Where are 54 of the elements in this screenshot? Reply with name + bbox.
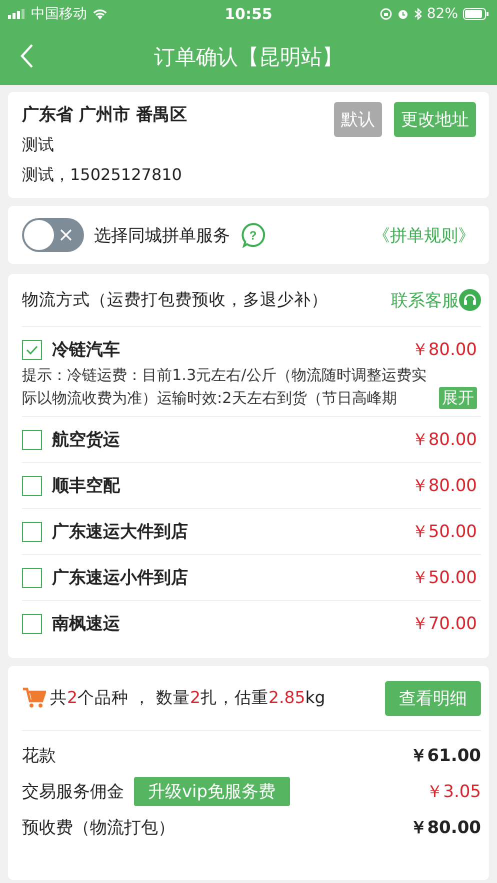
checkbox[interactable]: [22, 614, 42, 634]
checkbox[interactable]: [22, 430, 42, 450]
shipping-price: ￥70.00: [411, 613, 477, 635]
shipping-option-name[interactable]: 广东速运大件到店: [52, 520, 188, 543]
address-region: 广东省 广州市 番禺区: [22, 104, 187, 127]
back-icon[interactable]: [20, 43, 34, 69]
upgrade-vip-button[interactable]: 升级vip免服务费: [134, 776, 290, 806]
cart-icon: [22, 687, 46, 709]
fee-label: 预收费（物流打包）: [22, 816, 175, 838]
page-title: 订单确认【昆明站】: [154, 44, 343, 70]
help-icon[interactable]: ?: [240, 222, 266, 248]
recipient-name: 测试: [22, 134, 55, 156]
clock-time: 10:55: [224, 5, 272, 23]
rotation-lock-icon: [380, 8, 392, 20]
expand-button[interactable]: 展开: [439, 387, 477, 409]
close-icon: [60, 229, 72, 241]
alarm-icon: [396, 8, 409, 20]
fee-label: 花款: [22, 744, 56, 766]
order-summary: 共2个品种 ， 数量2扎，估重2.85kg: [50, 687, 326, 709]
rules-link[interactable]: 《拼单规则》: [373, 224, 475, 246]
battery-percent: 82%: [426, 6, 458, 22]
fee-amount: ￥3.05: [426, 780, 481, 802]
checkbox[interactable]: [22, 568, 42, 588]
fee-label: 交易服务佣金: [22, 780, 124, 802]
checkbox[interactable]: [22, 476, 42, 496]
fee-amount: ￥80.00: [410, 816, 481, 838]
shipping-option-name[interactable]: 顺丰空配: [52, 474, 120, 497]
headset-icon[interactable]: [459, 289, 481, 311]
checkbox[interactable]: [22, 340, 42, 360]
signal-icon: [8, 9, 26, 19]
shipping-price: ￥80.00: [411, 429, 477, 451]
carrier-name: 中国移动: [31, 5, 87, 23]
shipping-hint: 提示：冷链运费：目前1.3元左右/公斤（物流随时调整运费实际以物流收费为准）运输时效:2天左右到货（节日高峰期: [22, 365, 428, 409]
default-button[interactable]: 默认: [334, 102, 382, 137]
toggle-switch[interactable]: [22, 218, 84, 252]
shipping-option-name[interactable]: 冷链汽车: [52, 338, 120, 361]
shipping-price: ￥80.00: [411, 339, 477, 361]
wifi-icon: [92, 8, 108, 20]
change-address-button[interactable]: 更改地址: [394, 102, 476, 137]
shipping-price: ￥50.00: [411, 567, 477, 589]
shipping-option-name[interactable]: 广东速运小件到店: [52, 566, 188, 589]
recipient-contact: 测试，15025127810: [22, 164, 183, 186]
shipping-option-name[interactable]: 南枫速运: [52, 612, 120, 635]
shipping-option-name[interactable]: 航空货运: [52, 428, 120, 451]
bluetooth-icon: [414, 8, 422, 20]
shipping-price: ￥80.00: [411, 475, 477, 497]
battery-icon: [463, 8, 489, 20]
view-details-button[interactable]: 查看明细: [385, 680, 481, 716]
checkbox[interactable]: [22, 522, 42, 542]
fee-amount: ￥61.00: [410, 744, 481, 766]
group-service-label: 选择同城拼单服务: [94, 224, 230, 246]
logistics-title: 物流方式（运费打包费预收，多退少补）: [22, 289, 328, 311]
shipping-price: ￥50.00: [411, 521, 477, 543]
contact-service-link[interactable]: 联系客服: [391, 288, 459, 312]
